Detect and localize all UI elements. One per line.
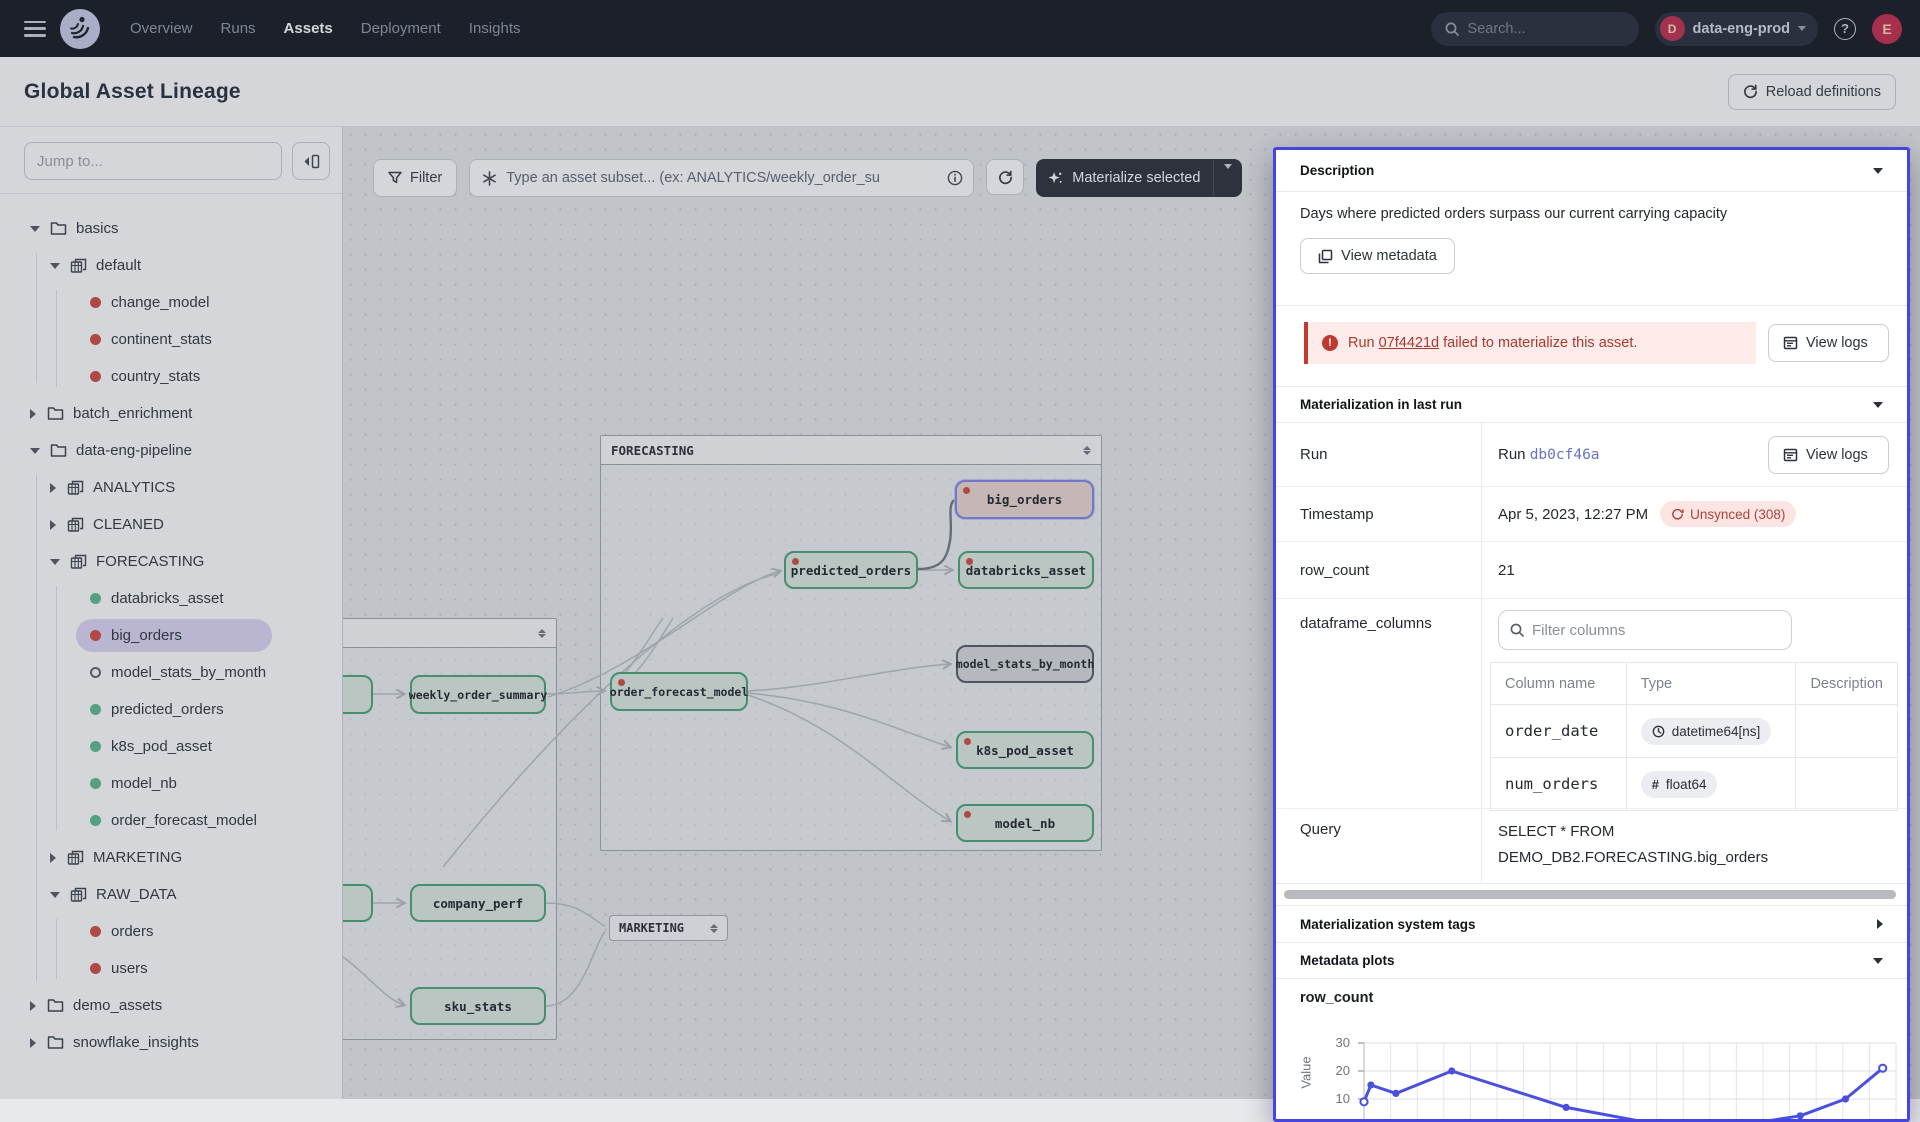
col-header-description: Description xyxy=(1796,663,1898,705)
asset-details-panel: Description Days where predicted orders … xyxy=(1273,147,1910,1122)
row-count-plot: Value 30 20 10 xyxy=(1276,1015,1907,1122)
col-header-type: Type xyxy=(1626,663,1796,705)
kv-row-row_count: row_count 21 xyxy=(1276,542,1907,599)
view-logs-button-banner[interactable]: View logs xyxy=(1768,324,1889,362)
table-row: order_date datetime64[ns] xyxy=(1491,705,1898,758)
row-count-value: 21 xyxy=(1498,562,1515,579)
chevron-down-icon xyxy=(1873,402,1883,408)
y-axis-label: Value xyxy=(1299,1056,1314,1088)
column-description xyxy=(1796,705,1898,758)
clock-icon xyxy=(1652,725,1665,738)
timestamp-value: Apr 5, 2023, 12:27 PM xyxy=(1498,506,1648,523)
kv-row-timestamp: Timestamp Apr 5, 2023, 12:27 PM Unsynced… xyxy=(1276,487,1907,542)
copy-icon xyxy=(1318,249,1333,264)
column-description xyxy=(1796,758,1898,811)
horizontal-scrollbar[interactable] xyxy=(1284,890,1896,899)
column-name: order_date xyxy=(1491,705,1627,758)
section-materialization-last-run[interactable]: Materialization in last run xyxy=(1276,386,1907,423)
section-description[interactable]: Description xyxy=(1276,150,1907,192)
table-row: num_orders #float64 xyxy=(1491,758,1898,811)
column-type: #float64 xyxy=(1626,758,1796,811)
section-metadata-plots[interactable]: Metadata plots xyxy=(1276,943,1907,979)
run-id-link[interactable]: db0cf46a xyxy=(1530,447,1600,463)
run-failed-banner: ! Run 07f4421d failed to materialize thi… xyxy=(1304,322,1756,364)
asset-description-text: Days where predicted orders surpass our … xyxy=(1276,206,1907,222)
query-line: DEMO_DB2.FORECASTING.big_orders xyxy=(1498,845,1889,871)
y-tick-30: 30 xyxy=(1320,1035,1350,1050)
failed-run-link[interactable]: 07f4421d xyxy=(1379,335,1439,351)
col-header-name: Column name xyxy=(1491,663,1627,705)
run-value: Run db0cf46a xyxy=(1498,446,1600,463)
filter-columns-input-wrap xyxy=(1498,610,1792,650)
line-chart xyxy=(1276,1015,1910,1122)
section-materialization-system-tags[interactable]: Materialization system tags xyxy=(1276,905,1907,943)
kv-row-query: Query SELECT * FROM DEMO_DB2.FORECASTING… xyxy=(1276,809,1907,882)
hash-icon: # xyxy=(1652,777,1659,792)
chevron-down-icon xyxy=(1873,168,1883,174)
view-metadata-button[interactable]: View metadata xyxy=(1300,238,1455,274)
kv-row-run: Run Run db0cf46a View logs xyxy=(1276,423,1907,487)
column-name: num_orders xyxy=(1491,758,1627,811)
error-icon: ! xyxy=(1322,335,1338,351)
sync-icon xyxy=(1671,508,1684,521)
dataframe-columns-table: Column name Type Description order_date … xyxy=(1490,662,1898,811)
filter-columns-input[interactable] xyxy=(1532,622,1780,639)
kv-row-dataframe_columns: dataframe_columns Column name Type Descr… xyxy=(1276,599,1907,809)
logs-icon xyxy=(1783,448,1798,462)
logs-icon xyxy=(1783,336,1798,350)
view-logs-button-run[interactable]: View logs xyxy=(1768,436,1889,474)
chevron-down-icon xyxy=(1873,958,1883,964)
query-line: SELECT * FROM xyxy=(1498,819,1889,845)
unsynced-badge[interactable]: Unsynced (308) xyxy=(1660,501,1796,527)
plot-title: row_count xyxy=(1276,990,1907,1006)
column-type: datetime64[ns] xyxy=(1626,705,1796,758)
y-tick-20: 20 xyxy=(1320,1063,1350,1078)
chevron-right-icon xyxy=(1877,919,1883,929)
search-icon xyxy=(1510,623,1524,637)
